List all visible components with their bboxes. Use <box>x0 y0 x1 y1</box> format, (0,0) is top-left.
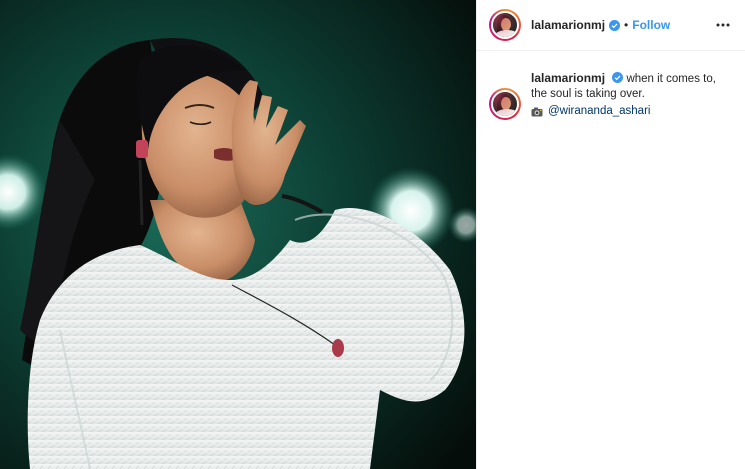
post-side-panel: lalamarionmj • Follow lalamarionmj when … <box>476 0 745 469</box>
verified-badge-icon <box>609 19 621 31</box>
camera-emoji-icon <box>531 107 543 116</box>
instagram-post: lalamarionmj • Follow lalamarionmj when … <box>0 0 745 469</box>
header-username[interactable]: lalamarionmj <box>531 18 605 32</box>
follow-button[interactable]: Follow <box>632 18 670 32</box>
more-options-icon[interactable] <box>715 17 731 33</box>
verified-badge-icon <box>612 72 624 83</box>
caption-username[interactable]: lalamarionmj <box>531 71 605 85</box>
avatar[interactable] <box>491 11 519 39</box>
caption-text-block: lalamarionmj when it comes to, the soul … <box>531 71 731 120</box>
post-photo[interactable] <box>0 0 476 469</box>
separator-dot: • <box>624 18 629 32</box>
post-header: lalamarionmj • Follow <box>477 0 745 51</box>
profile-avatar-ring[interactable] <box>489 9 521 41</box>
concert-photo-illustration <box>0 0 476 469</box>
photo-credit: @wirananda_ashari <box>531 104 731 119</box>
caption-avatar-ring[interactable] <box>489 88 521 120</box>
post-caption: lalamarionmj when it comes to, the soul … <box>477 51 745 120</box>
photographer-mention[interactable]: @wirananda_ashari <box>548 104 650 119</box>
avatar[interactable] <box>491 90 519 118</box>
